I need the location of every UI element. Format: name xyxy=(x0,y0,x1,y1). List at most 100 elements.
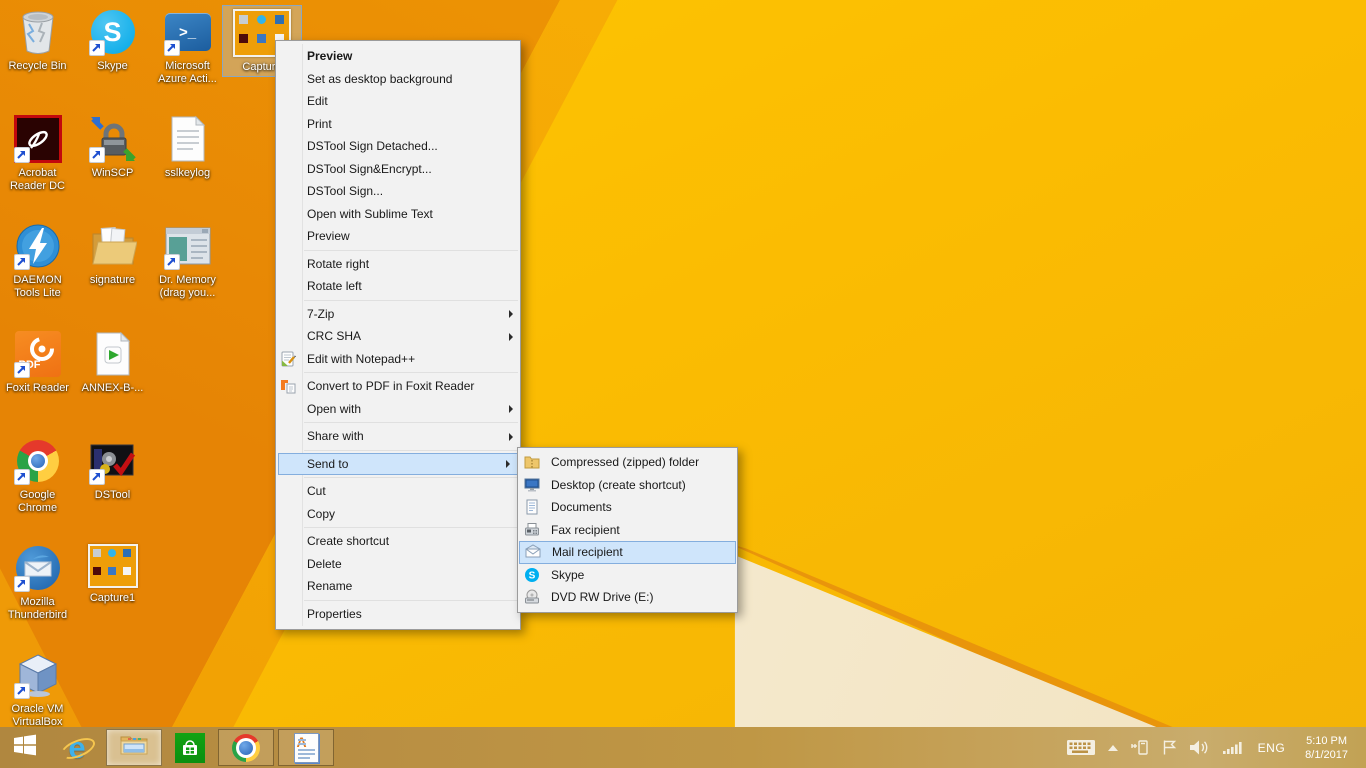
context-menu-item-delete[interactable]: Delete xyxy=(276,553,520,576)
context-menu-item-cut[interactable]: Cut xyxy=(276,480,520,503)
context-menu-item-dstool-sign[interactable]: DSTool Sign... xyxy=(276,180,520,203)
context-menu-item-copy[interactable]: Copy xyxy=(276,503,520,526)
daemon-tools-icon xyxy=(14,222,62,270)
context-menu-item-preview[interactable]: Preview xyxy=(276,225,520,248)
safely-remove-hardware-icon[interactable] xyxy=(1124,727,1156,768)
context-menu-item-convert-to-pdf-in-foxit-reader[interactable]: Convert to PDF in Foxit Reader xyxy=(276,375,520,398)
thunderbird-icon xyxy=(14,544,62,592)
desktop-icon-google-chrome[interactable]: Google Chrome xyxy=(0,437,75,515)
taskbar-file-explorer[interactable] xyxy=(106,729,162,766)
sendto-item-skype[interactable]: S Skype xyxy=(518,564,737,587)
context-menu-item-label: Open with xyxy=(307,402,361,416)
windows-flag-icon xyxy=(13,733,37,762)
shortcut-arrow-icon xyxy=(89,469,105,485)
context-menu-item-label: Set as desktop background xyxy=(307,72,452,86)
context-menu-item-dstool-sign-encrypt[interactable]: DSTool Sign&Encrypt... xyxy=(276,158,520,181)
context-menu-item-7-zip[interactable]: 7-Zip xyxy=(276,303,520,326)
context-menu-item-dstool-sign-detached[interactable]: DSTool Sign Detached... xyxy=(276,135,520,158)
sendto-item-documents[interactable]: Documents xyxy=(518,496,737,519)
context-menu-item-edit-with-notepad[interactable]: Edit with Notepad++ xyxy=(276,348,520,371)
context-menu-item-print[interactable]: Print xyxy=(276,113,520,136)
zip-folder-icon xyxy=(524,454,540,470)
desktop-icon-daemon-tools[interactable]: DAEMON Tools Lite xyxy=(0,222,75,300)
desktop-icon-skype[interactable]: S Skype xyxy=(75,8,150,73)
shortcut-arrow-icon xyxy=(14,362,30,378)
desktop-icon-capture1[interactable]: Capture1 xyxy=(75,544,150,605)
context-menu-item-preview[interactable]: Preview xyxy=(276,45,520,68)
context-menu-item-label: CRC SHA xyxy=(307,329,361,343)
context-menu-item-properties[interactable]: Properties xyxy=(276,603,520,626)
context-menu-item-label: Copy xyxy=(307,507,335,521)
ie-logo-icon: e xyxy=(60,733,94,763)
context-menu-item-label: Preview xyxy=(307,229,350,243)
context-menu-item-edit[interactable]: Edit xyxy=(276,90,520,113)
language-indicator[interactable]: ENG xyxy=(1248,727,1296,768)
taskbar-clock[interactable]: 5:10 PM 8/1/2017 xyxy=(1295,727,1358,768)
context-menu-item-label: Preview xyxy=(307,49,352,63)
start-button[interactable] xyxy=(0,727,50,768)
context-menu-separator xyxy=(304,527,518,528)
context-menu-item-crc-sha[interactable]: CRC SHA xyxy=(276,325,520,348)
desktop-icon-dstool[interactable]: DSTool xyxy=(75,437,150,502)
network-signal-icon[interactable] xyxy=(1216,727,1248,768)
context-menu-item-label: Edit xyxy=(307,94,328,108)
sendto-item-compressed-zipped-folder[interactable]: Compressed (zipped) folder xyxy=(518,451,737,474)
context-menu-item-share-with[interactable]: Share with xyxy=(276,425,520,448)
context-menu-item-set-as-desktop-background[interactable]: Set as desktop background xyxy=(276,68,520,91)
sendto-item-label: Compressed (zipped) folder xyxy=(551,455,699,469)
context-menu-item-label: DSTool Sign... xyxy=(307,184,383,198)
taskbar-google-chrome[interactable] xyxy=(218,729,274,766)
taskbar-internet-explorer[interactable]: e xyxy=(50,727,104,768)
sendto-item-mail-recipient[interactable]: Mail recipient xyxy=(519,541,736,564)
desktop-icon-label: Oracle VM VirtualBox xyxy=(0,703,75,729)
chrome-wheel-icon xyxy=(232,734,260,762)
desktop-icon-label: Mozilla Thunderbird xyxy=(0,596,75,622)
context-menu-item-label: Convert to PDF in Foxit Reader xyxy=(307,379,474,393)
desktop-icon-label: DAEMON Tools Lite xyxy=(0,274,75,300)
shortcut-arrow-icon xyxy=(164,40,180,56)
desktop-icon-thunderbird[interactable]: Mozilla Thunderbird xyxy=(0,544,75,622)
sendto-item-dvd-rw-drive[interactable]: DVD RW Drive (E:) xyxy=(518,586,737,609)
acrobat-reader-icon xyxy=(14,115,62,163)
desktop-icon-virtualbox[interactable]: Oracle VM VirtualBox xyxy=(0,651,75,729)
document-icon xyxy=(524,499,540,515)
desktop-icon-annex-b[interactable]: ANNEX-B-... xyxy=(75,330,150,395)
skype-icon: S xyxy=(524,567,540,583)
sendto-item-desktop-create-shortcut[interactable]: Desktop (create shortcut) xyxy=(518,474,737,497)
context-menu-item-open-with[interactable]: Open with xyxy=(276,398,520,421)
desktop-icon-foxit-reader[interactable]: PDF Foxit Reader xyxy=(0,330,75,395)
taskbar-windows-store[interactable] xyxy=(164,727,216,768)
foxit-reader-icon: PDF xyxy=(14,330,62,378)
context-menu-item-label: 7-Zip xyxy=(307,307,334,321)
context-menu-item-create-shortcut[interactable]: Create shortcut xyxy=(276,530,520,553)
desktop-icon-label: Acrobat Reader DC xyxy=(0,167,75,193)
action-center-flag-icon[interactable] xyxy=(1156,727,1183,768)
sendto-item-fax-recipient[interactable]: Fax recipient xyxy=(518,519,737,542)
show-hidden-icons-button[interactable] xyxy=(1102,727,1124,768)
clock-time: 5:10 PM xyxy=(1305,734,1348,748)
desktop-icon-acrobat-reader[interactable]: Acrobat Reader DC xyxy=(0,115,75,193)
desktop-icon-sslkeylog[interactable]: sslkeylog xyxy=(150,115,225,180)
context-menu-item-send-to[interactable]: Send to xyxy=(278,453,518,476)
desktop-icon-label: Dr. Memory (drag you... xyxy=(150,274,225,300)
desktop-icon-recycle-bin[interactable]: Recycle Bin xyxy=(0,8,75,73)
desktop-icon-label: DSTool xyxy=(95,489,130,502)
system-tray: ENG 5:10 PM 8/1/2017 xyxy=(1060,727,1366,768)
taskbar-document-app[interactable]: A xyxy=(278,729,334,766)
desktop-icon-label: Capture1 xyxy=(90,592,135,605)
volume-icon[interactable] xyxy=(1183,727,1216,768)
desktop-icon-signature-folder[interactable]: signature xyxy=(75,222,150,287)
desktop-icon-microsoft-azure[interactable]: >_ Microsoft Azure Acti... xyxy=(150,8,225,86)
context-menu-item-rotate-left[interactable]: Rotate left xyxy=(276,275,520,298)
desktop-icon-label: Microsoft Azure Acti... xyxy=(150,60,225,86)
desktop-icon-dr-memory[interactable]: Dr. Memory (drag you... xyxy=(150,222,225,300)
context-menu-item-rename[interactable]: Rename xyxy=(276,575,520,598)
image-thumbnail-icon xyxy=(88,544,138,588)
touch-keyboard-icon[interactable] xyxy=(1060,727,1102,768)
context-menu-item-rotate-right[interactable]: Rotate right xyxy=(276,253,520,276)
shortcut-arrow-icon xyxy=(14,469,30,485)
context-menu-separator xyxy=(304,450,518,451)
context-menu-separator xyxy=(304,250,518,251)
desktop-icon-winscp[interactable]: WinSCP xyxy=(75,115,150,180)
context-menu-item-open-with-sublime-text[interactable]: Open with Sublime Text xyxy=(276,203,520,226)
